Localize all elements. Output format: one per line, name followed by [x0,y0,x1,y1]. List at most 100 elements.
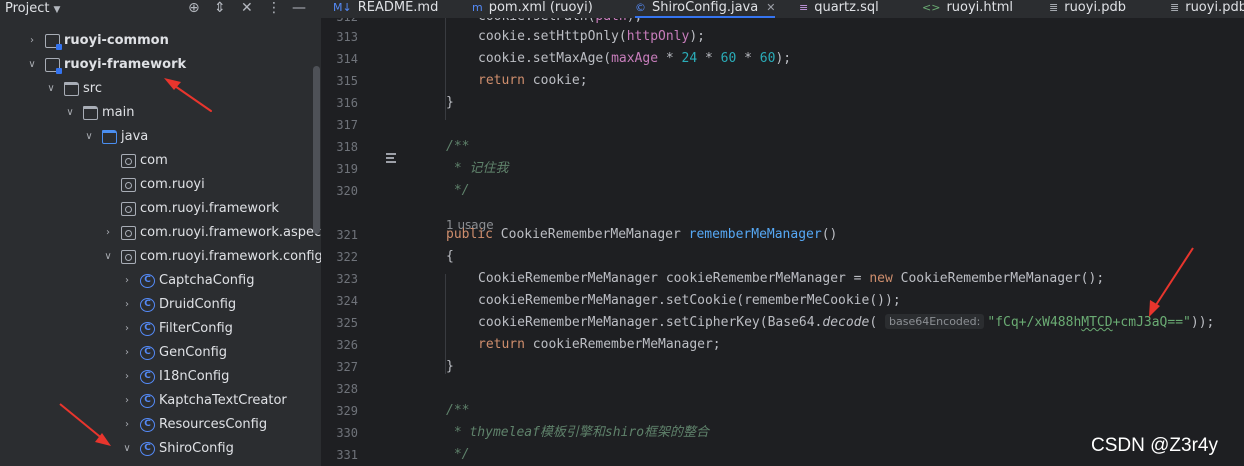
code-token: cookieRememberMeManager.setCipherKey(Bas… [478,315,823,330]
code-line[interactable]: * 记住我 [446,158,509,180]
folder-icon [83,106,98,120]
tree-item[interactable]: › C CaptchaConfig [0,269,312,293]
tab-label: pom.xml (ruoyi) [488,0,593,15]
code-line[interactable]: CookieRememberMeManager cookieRememberMe… [478,268,1104,290]
code-line[interactable]: */ [446,444,470,466]
parameter-hint: base64Encoded: [885,314,985,329]
code-line[interactable]: public CookieRememberMeManager rememberM… [446,224,837,246]
chevron-right-icon[interactable]: › [121,269,133,293]
code-token: /** [446,139,470,154]
code-line[interactable]: */ [446,180,470,202]
code-line[interactable]: cookie.setMaxAge(maxAge * 24 * 60 * 60); [478,48,791,70]
project-view-selector[interactable]: Project ▼ [5,0,60,19]
tree-item[interactable]: ∨ C ShiroConfig [0,437,312,461]
options-icon[interactable]: ⋮ [267,0,281,17]
expand-collapse-icon[interactable]: ⇕ [214,0,226,17]
project-tree-scrollbar[interactable] [313,66,320,234]
chevron-right-icon[interactable]: › [102,221,114,245]
tree-item[interactable]: › C I18nConfig [0,365,312,389]
code-line[interactable]: /** [446,136,469,158]
chevron-down-icon[interactable]: ∨ [45,77,57,101]
tree-item[interactable]: › C KaptchaTextCreator [0,389,312,413]
code-line[interactable]: return cookieRememberMeManager; [478,334,721,356]
code-line[interactable]: cookie.setHttpOnly(httpOnly); [478,26,705,48]
tree-item[interactable]: › ruoyi-common [0,29,312,53]
chevron-right-icon[interactable]: › [121,413,133,437]
tree-item-label: DruidConfig [159,297,237,312]
code-line[interactable]: cookieRememberMeManager.setCookie(rememb… [478,290,901,312]
code-line[interactable]: return cookie; [478,70,588,92]
line-number: 316 [336,96,358,110]
code-token: ); [689,29,705,44]
quick-documentation-icon[interactable] [383,153,397,163]
chevron-right-icon[interactable]: › [121,389,133,413]
tree-item[interactable]: ∨ java [0,125,312,149]
code-token: * [697,51,721,66]
chevron-down-icon[interactable]: ∨ [64,101,76,125]
tree-item[interactable]: › com.ruoyi.framework.aspectj [0,221,321,245]
chevron-down-icon[interactable]: ∨ [121,437,133,461]
code-line[interactable]: /** [446,400,469,422]
tree-item[interactable]: › C GenConfig [0,341,312,365]
tab-2[interactable]: © ShiroConfig.java ✕ [635,0,776,18]
tab-1[interactable]: m pom.xml (ruoyi) [472,0,593,18]
tree-item[interactable]: ∨ com.ruoyi.framework.config [0,245,321,269]
code-editor[interactable]: 1 usage 312cookie.setPath(path);313cooki… [321,18,1244,466]
code-token: cookie; [524,73,588,88]
line-number: 323 [336,272,358,286]
class-icon: C [140,298,155,312]
tab-3[interactable]: ≡ quartz.sql [799,0,879,18]
line-number: 325 [336,316,358,330]
line-number: 329 [336,404,358,418]
tree-item[interactable]: ∨ src [0,77,312,101]
code-token: return [478,337,525,352]
code-token: } [446,359,454,374]
chevron-down-icon[interactable]: ∨ [102,245,114,269]
tree-item-label: ResourcesConfig [159,417,268,432]
chevron-right-icon[interactable]: › [121,293,133,317]
chevron-down-icon: ▼ [53,5,61,15]
tab-6[interactable]: ≣ ruoyi.pdb [1170,0,1244,18]
tree-item[interactable]: com [0,149,312,173]
code-line[interactable]: } [446,356,454,378]
code-token: CookieRememberMeManager(); [892,271,1105,286]
class-icon: C [140,322,155,336]
code-line[interactable]: { [446,246,454,268]
tree-item[interactable]: ∨ ruoyi-framework [0,53,312,77]
chevron-down-icon[interactable]: ∨ [26,53,38,77]
chevron-down-icon[interactable]: ∨ [83,125,95,149]
tree-item[interactable]: com.ruoyi.framework [0,197,312,221]
tree-item[interactable]: com.ruoyi [0,173,312,197]
code-line[interactable]: * thymeleaf模板引擎和shiro框架的整合 [446,422,709,444]
chevron-right-icon[interactable]: › [121,341,133,365]
tab-5[interactable]: ≣ ruoyi.pdb [1049,0,1126,18]
line-number: 327 [336,360,358,374]
tree-item[interactable]: ∨ main [0,101,312,125]
crosshair-icon[interactable]: ⊕ [188,0,200,17]
file-icon: ≣ [1170,1,1180,14]
chevron-right-icon[interactable]: › [121,317,133,341]
tree-item[interactable]: › C FilterConfig [0,317,312,341]
close-icon[interactable]: ✕ [241,0,253,17]
line-number: 317 [336,118,358,132]
tree-item-label: FilterConfig [159,321,233,336]
code-token: */ [446,447,470,462]
chevron-right-icon[interactable]: › [26,29,38,53]
code-token: new [869,271,893,286]
code-line[interactable]: cookieRememberMeManager.setCipherKey(Bas… [478,312,1214,334]
tab-close-icon[interactable]: ✕ [766,1,775,14]
chevron-right-icon[interactable]: › [121,365,133,389]
tree-item-label: KaptchaTextCreator [159,393,287,408]
code-line[interactable]: } [446,92,454,114]
tree-item-label: ruoyi-common [64,33,169,48]
tab-0[interactable]: M↓ README.md [333,0,438,18]
tree-item[interactable]: › C ResourcesConfig [0,413,312,437]
code-token: MTCD [1081,315,1113,330]
line-number: 326 [336,338,358,352]
code-token: 24 [681,51,698,66]
minimize-icon[interactable]: — [292,0,306,17]
line-number: 319 [336,162,358,176]
tab-4[interactable]: <> ruoyi.html [922,0,1013,18]
tree-item[interactable]: › C DruidConfig [0,293,312,317]
code-token: * 记住我 [446,161,509,176]
